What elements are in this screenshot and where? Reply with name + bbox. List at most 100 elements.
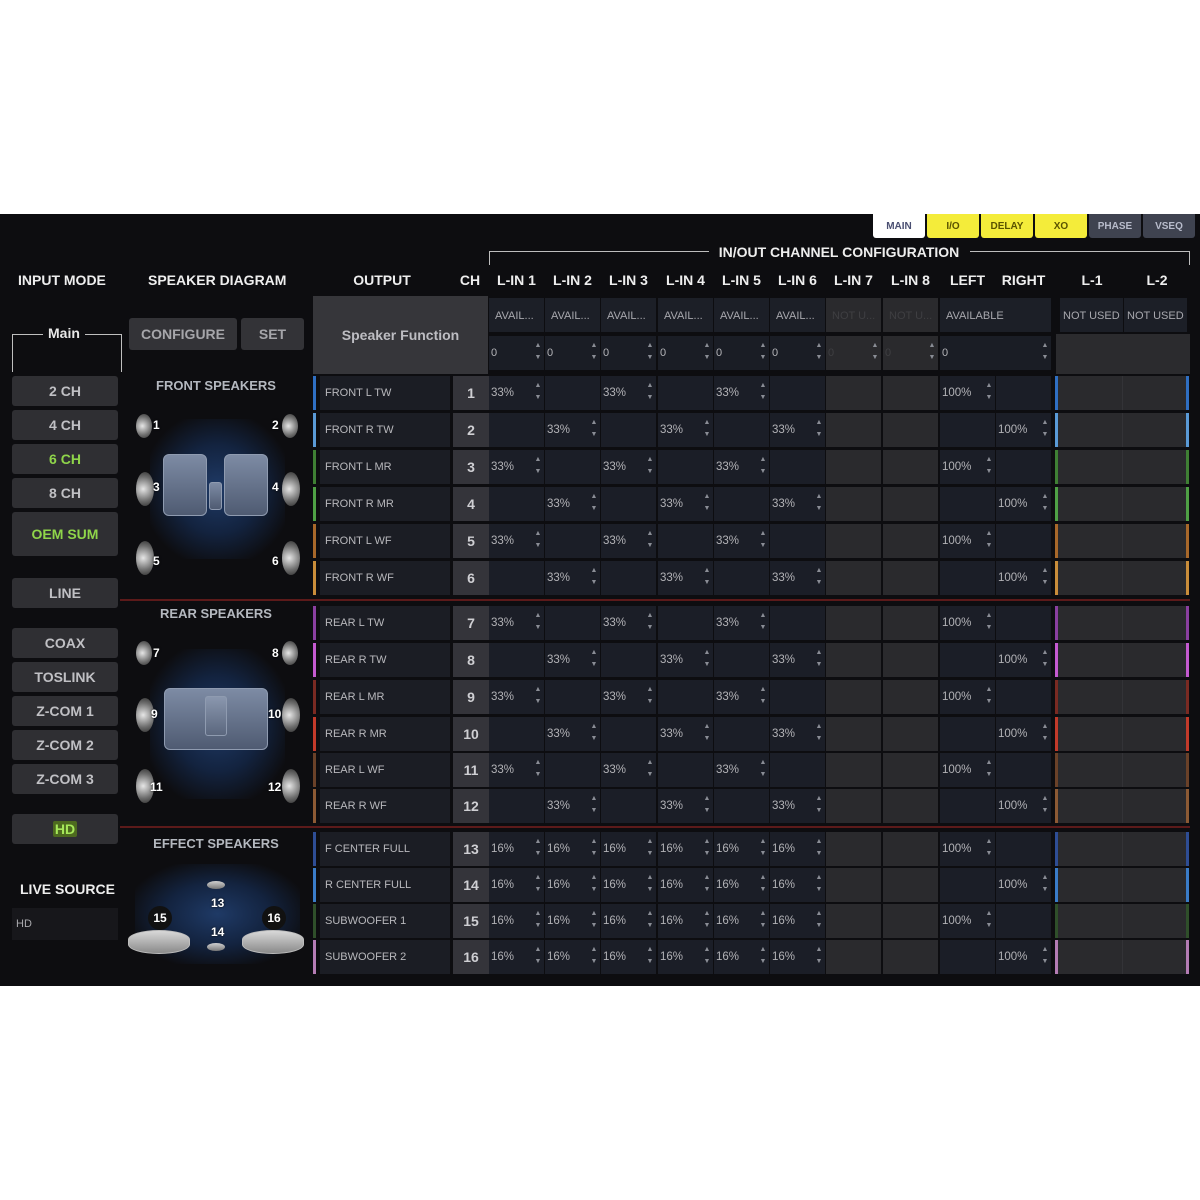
mix-cell-l-in-6[interactable]: 33% ▲ ▼: [770, 789, 825, 823]
mix-cell-l-in-6[interactable]: 33% ▲ ▼: [770, 643, 825, 677]
set-button[interactable]: SET: [241, 318, 304, 350]
spinner-arrows[interactable]: ▲ ▼: [815, 721, 823, 745]
spin-down-icon[interactable]: ▼: [590, 884, 598, 896]
spin-down-icon[interactable]: ▼: [590, 429, 598, 441]
spin-down-icon[interactable]: ▼: [590, 920, 598, 932]
input-mode-hd-button[interactable]: HD: [12, 814, 118, 844]
spin-down-icon[interactable]: ▼: [928, 352, 936, 364]
speaker-function-field[interactable]: FRONT L TW: [320, 376, 450, 410]
mix-cell-right[interactable]: [996, 376, 1051, 410]
mix-cell-right[interactable]: 100% ▲ ▼: [996, 868, 1051, 902]
spinner-arrows[interactable]: ▲ ▼: [534, 380, 542, 404]
spinner-arrows[interactable]: ▲ ▼: [703, 491, 711, 515]
spin-down-icon[interactable]: ▼: [703, 352, 711, 364]
mix-cell-l-in-2[interactable]: 33% ▲ ▼: [545, 561, 600, 595]
spin-down-icon[interactable]: ▼: [871, 352, 879, 364]
speaker-8-icon[interactable]: [282, 641, 298, 665]
spinner-arrows[interactable]: ▲ ▼: [815, 417, 823, 441]
spin-down-icon[interactable]: ▼: [815, 884, 823, 896]
spin-down-icon[interactable]: ▼: [759, 392, 767, 404]
input-gain-l-in-3[interactable]: 0 ▲ ▼: [601, 336, 656, 370]
spin-up-icon[interactable]: ▲: [590, 872, 598, 884]
mix-cell-l-in-3[interactable]: [601, 413, 656, 447]
spin-down-icon[interactable]: ▼: [759, 956, 767, 968]
spin-down-icon[interactable]: ▼: [759, 540, 767, 552]
spin-up-icon[interactable]: ▲: [534, 454, 542, 466]
spinner-arrows[interactable]: ▲ ▼: [590, 793, 598, 817]
spin-up-icon[interactable]: ▲: [534, 610, 542, 622]
spin-up-icon[interactable]: ▲: [590, 908, 598, 920]
spinner-arrows[interactable]: ▲ ▼: [646, 836, 654, 860]
spinner-arrows[interactable]: ▲ ▼: [1041, 340, 1049, 364]
spinner-arrows[interactable]: ▲ ▼: [759, 757, 767, 781]
spinner-arrows[interactable]: ▲ ▼: [590, 908, 598, 932]
spinner-arrows[interactable]: ▲ ▼: [1041, 872, 1049, 896]
speaker-10-icon[interactable]: [282, 698, 300, 732]
speaker-function-field[interactable]: FRONT R TW: [320, 413, 450, 447]
mix-cell-left[interactable]: [940, 789, 995, 823]
mix-cell-right[interactable]: [996, 904, 1051, 938]
mix-cell-l-in-2[interactable]: [545, 524, 600, 558]
spin-up-icon[interactable]: ▲: [703, 793, 711, 805]
spin-down-icon[interactable]: ▼: [815, 577, 823, 589]
mix-cell-l-in-2[interactable]: 16% ▲ ▼: [545, 904, 600, 938]
spinner-arrows[interactable]: ▲ ▼: [759, 684, 767, 708]
spin-down-icon[interactable]: ▼: [759, 696, 767, 708]
mix-cell-l-in-4[interactable]: [658, 450, 713, 484]
spin-up-icon[interactable]: ▲: [534, 684, 542, 696]
mix-cell-l-in-5[interactable]: [714, 413, 769, 447]
spinner-arrows[interactable]: ▲ ▼: [534, 872, 542, 896]
spin-down-icon[interactable]: ▼: [1041, 805, 1049, 817]
speaker-function-field[interactable]: REAR R MR: [320, 717, 450, 751]
mix-cell-l-in-6[interactable]: 16% ▲ ▼: [770, 904, 825, 938]
spin-up-icon[interactable]: ▲: [759, 872, 767, 884]
spin-up-icon[interactable]: ▲: [646, 944, 654, 956]
mix-cell-l-in-2[interactable]: 33% ▲ ▼: [545, 413, 600, 447]
spin-up-icon[interactable]: ▲: [1041, 565, 1049, 577]
spin-up-icon[interactable]: ▲: [759, 380, 767, 392]
spinner-arrows[interactable]: ▲ ▼: [985, 836, 993, 860]
mix-cell-l-in-2[interactable]: [545, 376, 600, 410]
mix-cell-l-in-6[interactable]: [770, 524, 825, 558]
mix-cell-l-in-4[interactable]: [658, 680, 713, 714]
mix-cell-left[interactable]: 100% ▲ ▼: [940, 606, 995, 640]
spin-down-icon[interactable]: ▼: [703, 884, 711, 896]
speaker-3-icon[interactable]: [136, 472, 154, 506]
speaker-2-icon[interactable]: [282, 414, 298, 438]
input-mode-2-ch-button[interactable]: 2 CH: [12, 376, 118, 406]
spin-up-icon[interactable]: ▲: [928, 340, 936, 352]
mix-cell-l-in-3[interactable]: 16% ▲ ▼: [601, 832, 656, 866]
input-mode-z-com-3-button[interactable]: Z-COM 3: [12, 764, 118, 794]
mix-cell-l-in-5[interactable]: 16% ▲ ▼: [714, 868, 769, 902]
spinner-arrows[interactable]: ▲ ▼: [985, 528, 993, 552]
mix-cell-l-in-4[interactable]: 33% ▲ ▼: [658, 789, 713, 823]
spinner-arrows[interactable]: ▲ ▼: [534, 944, 542, 968]
speaker-4-icon[interactable]: [282, 472, 300, 506]
spinner-arrows[interactable]: ▲ ▼: [646, 757, 654, 781]
spinner-arrows[interactable]: ▲ ▼: [871, 340, 879, 364]
spin-up-icon[interactable]: ▲: [703, 417, 711, 429]
left-right-gain[interactable]: 0 ▲ ▼: [940, 336, 1051, 370]
spin-down-icon[interactable]: ▼: [534, 848, 542, 860]
spin-down-icon[interactable]: ▼: [646, 466, 654, 478]
spin-down-icon[interactable]: ▼: [759, 920, 767, 932]
spinner-arrows[interactable]: ▲ ▼: [534, 528, 542, 552]
spinner-arrows[interactable]: ▲ ▼: [534, 836, 542, 860]
spin-down-icon[interactable]: ▼: [590, 503, 598, 515]
spin-up-icon[interactable]: ▲: [815, 647, 823, 659]
spin-up-icon[interactable]: ▲: [985, 454, 993, 466]
spinner-arrows[interactable]: ▲ ▼: [815, 491, 823, 515]
input-mode-toslink-button[interactable]: TOSLINK: [12, 662, 118, 692]
live-source-field[interactable]: HD: [12, 908, 118, 940]
spin-up-icon[interactable]: ▲: [646, 872, 654, 884]
speaker-5-icon[interactable]: [136, 541, 154, 575]
spin-up-icon[interactable]: ▲: [985, 684, 993, 696]
spin-down-icon[interactable]: ▼: [646, 884, 654, 896]
speaker-13-icon[interactable]: [207, 881, 225, 889]
spinner-arrows[interactable]: ▲ ▼: [759, 380, 767, 404]
spin-down-icon[interactable]: ▼: [703, 805, 711, 817]
mix-cell-l-in-2[interactable]: [545, 753, 600, 787]
spinner-arrows[interactable]: ▲ ▼: [759, 340, 767, 364]
input-mode-oem-sum-button[interactable]: OEM SUM: [12, 512, 118, 556]
mix-cell-l-in-3[interactable]: 16% ▲ ▼: [601, 940, 656, 974]
